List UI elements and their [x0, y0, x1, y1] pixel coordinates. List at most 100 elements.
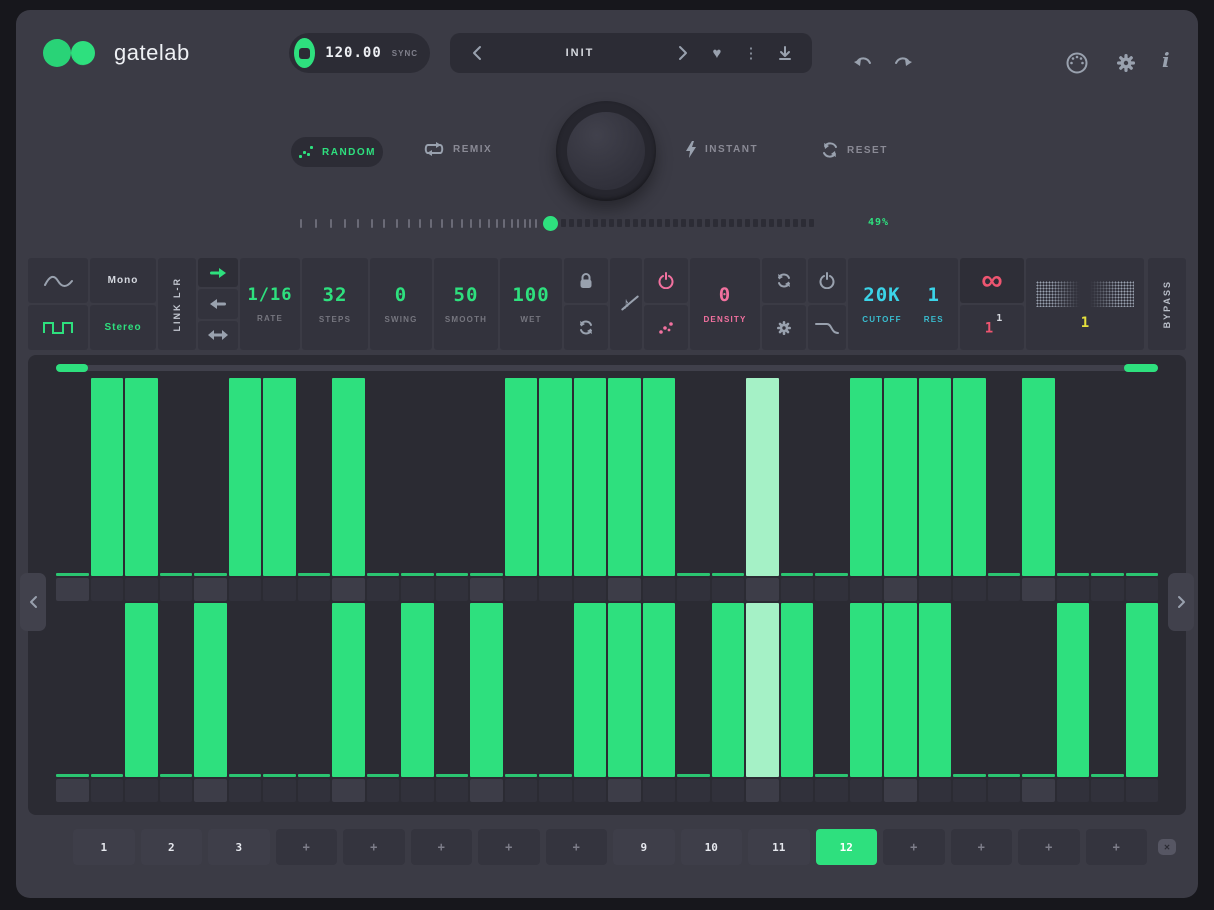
sync-label[interactable]: SYNC [392, 49, 418, 58]
res-control[interactable]: 1 RES [924, 284, 944, 324]
step-base-cell[interactable] [263, 578, 296, 601]
redo-button[interactable] [890, 48, 916, 74]
pattern-add-button[interactable]: + [276, 829, 338, 865]
scroll-left-button[interactable] [20, 573, 46, 631]
instant-button[interactable]: INSTANT [685, 141, 758, 158]
direction-pingpong-button[interactable] [198, 321, 238, 350]
step-column[interactable] [643, 603, 676, 777]
step-bar[interactable] [1022, 378, 1055, 576]
step-base-cell[interactable] [470, 779, 503, 802]
step-base-cell[interactable] [712, 779, 745, 802]
step-column[interactable] [505, 603, 538, 777]
step-column[interactable] [1057, 378, 1090, 576]
step-column[interactable] [1057, 603, 1090, 777]
step-base-cell[interactable] [574, 779, 607, 802]
random-amount-slider[interactable] [300, 215, 817, 231]
preset-name[interactable]: INIT [498, 47, 662, 59]
step-column[interactable] [1126, 603, 1159, 777]
pattern-add-button[interactable]: + [343, 829, 405, 865]
step-base-cell[interactable] [56, 578, 89, 601]
stop-button[interactable] [294, 38, 315, 68]
step-column[interactable] [194, 378, 227, 576]
midi-button[interactable] [1064, 50, 1090, 76]
step-column[interactable] [781, 378, 814, 576]
step-base-cell[interactable] [194, 779, 227, 802]
step-bar[interactable] [850, 378, 883, 576]
step-base-cell[interactable] [401, 578, 434, 601]
step-bar[interactable] [401, 603, 434, 777]
pattern-add-button[interactable]: + [883, 829, 945, 865]
step-column[interactable] [332, 603, 365, 777]
step-column[interactable] [298, 603, 331, 777]
step-bar[interactable] [953, 378, 986, 576]
steps-control[interactable]: 32 STEPS [302, 258, 368, 350]
pattern-add-button[interactable]: + [1018, 829, 1080, 865]
step-bar[interactable] [229, 378, 262, 576]
step-base-cell[interactable] [953, 578, 986, 601]
step-column[interactable] [470, 378, 503, 576]
step-bar[interactable] [574, 378, 607, 576]
step-base-cell[interactable] [884, 779, 917, 802]
step-column[interactable] [712, 378, 745, 576]
bpm-value[interactable]: 120.00 [325, 45, 382, 61]
step-base-cell[interactable] [850, 779, 883, 802]
step-bar[interactable] [125, 603, 158, 777]
square-wave-button[interactable] [28, 305, 88, 350]
step-bar[interactable] [919, 378, 952, 576]
step-bar[interactable] [1057, 603, 1090, 777]
mute-note-button[interactable]: ♪ [610, 258, 642, 350]
step-base-cell[interactable] [56, 779, 89, 802]
pattern-button-1[interactable]: 1 [73, 829, 135, 865]
pattern-button-2[interactable]: 2 [141, 829, 203, 865]
step-column[interactable] [436, 603, 469, 777]
step-column[interactable] [56, 378, 89, 576]
mono-button[interactable]: Mono [90, 258, 156, 303]
step-column[interactable] [263, 378, 296, 576]
step-base-cell[interactable] [194, 578, 227, 601]
step-column[interactable] [1126, 378, 1159, 576]
step-column[interactable] [884, 603, 917, 777]
step-column[interactable] [470, 603, 503, 777]
step-base-cell[interactable] [1126, 578, 1159, 601]
step-column[interactable] [229, 603, 262, 777]
step-base-cell[interactable] [746, 578, 779, 601]
step-column[interactable] [160, 603, 193, 777]
step-base-cell[interactable] [1091, 578, 1124, 601]
step-bar[interactable] [643, 603, 676, 777]
pattern-button-3[interactable]: 3 [208, 829, 270, 865]
step-base-cell[interactable] [850, 578, 883, 601]
step-bar[interactable] [470, 603, 503, 777]
step-base-cell[interactable] [919, 578, 952, 601]
save-preset-button[interactable] [772, 40, 798, 66]
density-control[interactable]: 0 DENSITY [690, 258, 760, 350]
step-bar[interactable] [574, 603, 607, 777]
step-base-cell[interactable] [781, 779, 814, 802]
step-bar[interactable] [608, 378, 641, 576]
noise-variation-cell[interactable]: 1 [1026, 258, 1144, 350]
direction-backward-button[interactable] [198, 289, 238, 318]
step-column[interactable] [988, 603, 1021, 777]
step-column[interactable] [712, 603, 745, 777]
next-preset-button[interactable] [670, 40, 696, 66]
remix-button[interactable]: REMIX [423, 141, 492, 157]
step-base-cell[interactable] [229, 578, 262, 601]
step-column[interactable] [746, 603, 779, 777]
step-base-cell[interactable] [815, 578, 848, 601]
step-column[interactable] [91, 603, 124, 777]
density-power-button[interactable] [644, 258, 688, 303]
step-base-cell[interactable] [574, 578, 607, 601]
step-base-cell[interactable] [160, 779, 193, 802]
step-base-cell[interactable] [953, 779, 986, 802]
pattern-button-11[interactable]: 11 [748, 829, 810, 865]
step-base-cell[interactable] [332, 578, 365, 601]
step-column[interactable] [401, 378, 434, 576]
step-base-cell[interactable] [263, 779, 296, 802]
step-base-cell[interactable] [677, 779, 710, 802]
step-bar[interactable] [746, 378, 779, 576]
step-column[interactable] [91, 378, 124, 576]
step-column[interactable] [298, 378, 331, 576]
step-column[interactable] [643, 378, 676, 576]
step-base-cell[interactable] [91, 779, 124, 802]
step-base-cell[interactable] [367, 578, 400, 601]
pattern-button-12[interactable]: 12 [816, 829, 878, 865]
